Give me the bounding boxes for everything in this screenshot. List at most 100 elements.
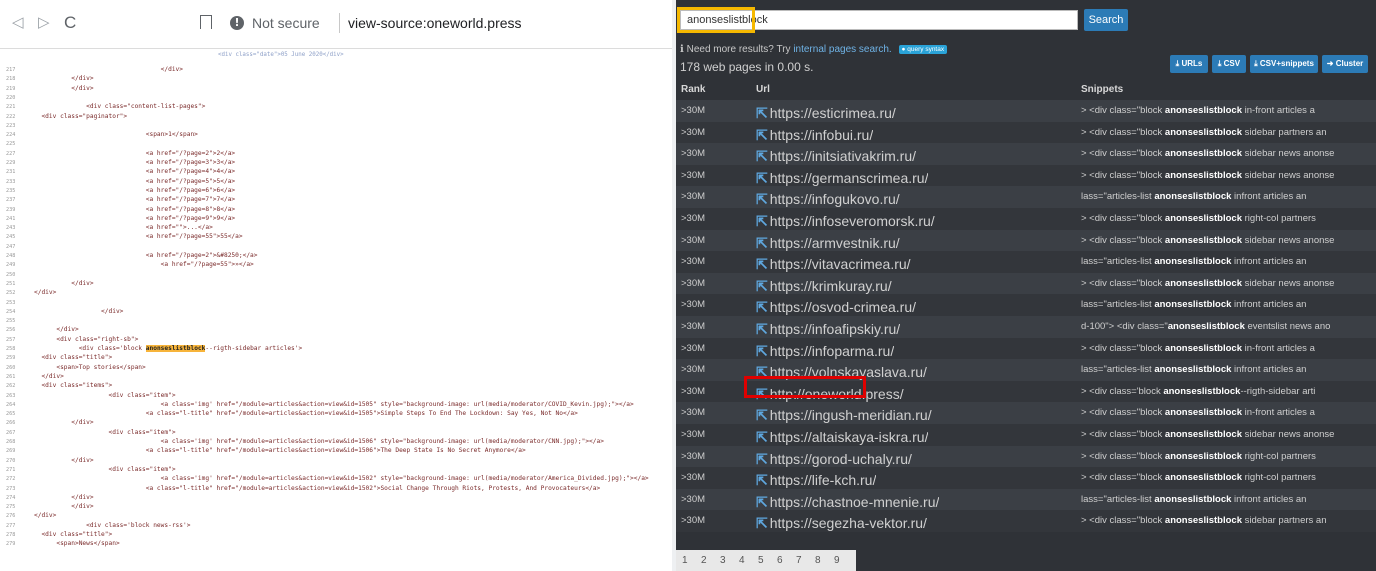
- external-link-icon[interactable]: ⇱: [756, 235, 768, 251]
- url-cell[interactable]: ⇱ https://infoseveromorsk.ru/: [756, 213, 935, 230]
- result-row[interactable]: >30M ⇱ https://osvod-crimea.ru/lass="artic…: [676, 294, 1376, 316]
- url-cell[interactable]: ⇱ https://chastnoe-mnenie.ru/: [756, 494, 939, 511]
- url-link[interactable]: https://infoseveromorsk.ru/: [770, 213, 935, 229]
- security-label[interactable]: Not secure: [252, 15, 320, 31]
- external-link-icon[interactable]: ⇱: [756, 299, 768, 315]
- url-link[interactable]: https://gorod-uchaly.ru/: [770, 451, 912, 467]
- url-cell[interactable]: ⇱ https://infoafipskiy.ru/: [756, 321, 900, 338]
- url-cell[interactable]: ⇱ https://germanscrimea.ru/: [756, 170, 928, 187]
- url-link[interactable]: https://segezha-vektor.ru/: [770, 515, 927, 531]
- result-row[interactable]: >30M ⇱ https://altaiskaya-iskra.ru/ > <div …: [676, 424, 1376, 446]
- external-link-icon[interactable]: ⇱: [756, 386, 768, 402]
- page-link[interactable]: 6: [777, 555, 783, 566]
- url-link[interactable]: https://infoafipskiy.ru/: [770, 321, 900, 337]
- url-link[interactable]: https://krimkuray.ru/: [770, 278, 892, 294]
- url-cell[interactable]: ⇱ https://vitavacrimea.ru/: [756, 256, 911, 273]
- page-link[interactable]: 1: [682, 555, 688, 566]
- external-link-icon[interactable]: ⇱: [756, 451, 768, 467]
- result-row[interactable]: >30M ⇱ https://volnskayaslava.ru/lass="art…: [676, 359, 1376, 381]
- url-link[interactable]: https://altaiskaya-iskra.ru/: [770, 429, 929, 445]
- url-cell[interactable]: ⇱ https://segezha-vektor.ru/: [756, 515, 927, 532]
- url-cell[interactable]: ⇱ http://oneworld.press/: [756, 386, 904, 403]
- page-link[interactable]: 5: [758, 555, 764, 566]
- result-row[interactable]: >30M ⇱ https://armvestnik.ru/ > <div class=…: [676, 229, 1376, 252]
- url-cell[interactable]: ⇱ https://volnskayaslava.ru/: [756, 364, 927, 381]
- url-link[interactable]: http://oneworld.press/: [770, 386, 904, 402]
- column-url[interactable]: Url: [756, 84, 770, 95]
- external-link-icon[interactable]: ⇱: [756, 364, 768, 380]
- result-row[interactable]: >30M ⇱ https://ingush-meridian.ru/ > <div c…: [676, 402, 1376, 424]
- result-row[interactable]: >30M ⇱ https://infoafipskiy.ru/d-100"> <di…: [676, 316, 1376, 338]
- search-input[interactable]: [680, 10, 1078, 30]
- url-link[interactable]: https://life-kch.ru/: [770, 472, 877, 488]
- external-link-icon[interactable]: ⇱: [756, 429, 768, 445]
- external-link-icon[interactable]: ⇱: [756, 127, 768, 143]
- address-bar[interactable]: view-source:oneworld.press: [348, 15, 522, 31]
- export-csv-snippets-button[interactable]: ⤓ CSV+snippets: [1250, 55, 1318, 73]
- external-link-icon[interactable]: ⇱: [756, 170, 768, 186]
- result-row[interactable]: >30M ⇱ https://life-kch.ru/ > <div class="b…: [676, 467, 1376, 489]
- url-link[interactable]: https://chastnoe-mnenie.ru/: [770, 494, 940, 510]
- query-syntax-badge[interactable]: ● query syntax: [898, 45, 948, 54]
- external-link-icon[interactable]: ⇱: [756, 494, 768, 510]
- column-rank[interactable]: Rank: [681, 84, 705, 95]
- result-row[interactable]: >30M ⇱ https://infobui.ru/ > <div class="bl…: [676, 121, 1376, 144]
- url-cell[interactable]: ⇱ https://krimkuray.ru/: [756, 278, 892, 295]
- forward-icon[interactable]: ▷: [38, 14, 50, 32]
- url-link[interactable]: https://ingush-meridian.ru/: [770, 407, 932, 423]
- url-cell[interactable]: ⇱ https://ingush-meridian.ru/: [756, 407, 932, 424]
- url-link[interactable]: https://vitavacrimea.ru/: [770, 256, 911, 272]
- result-row[interactable]: >30M ⇱ https://chastnoe-mnenie.ru/lass="ar…: [676, 488, 1376, 511]
- url-link[interactable]: https://infogukovo.ru/: [770, 191, 900, 207]
- result-row[interactable]: >30M ⇱ https://esticrimea.ru/ > <div class=…: [676, 100, 1376, 122]
- external-link-icon[interactable]: ⇱: [756, 321, 768, 337]
- external-link-icon[interactable]: ⇱: [756, 256, 768, 272]
- internal-pages-link[interactable]: internal pages search.: [793, 44, 891, 55]
- url-link[interactable]: https://germanscrimea.ru/: [770, 170, 929, 186]
- url-link[interactable]: https://esticrimea.ru/: [770, 105, 896, 121]
- page-link[interactable]: 2: [701, 555, 707, 566]
- result-row[interactable]: >30M ⇱ https://initsiativakrim.ru/ > <div c…: [676, 143, 1376, 165]
- url-cell[interactable]: ⇱ https://life-kch.ru/: [756, 472, 876, 489]
- url-cell[interactable]: ⇱ https://gorod-uchaly.ru/: [756, 451, 912, 468]
- external-link-icon[interactable]: ⇱: [756, 407, 768, 423]
- result-row[interactable]: >30M ⇱ https://krimkuray.ru/ > <div class="…: [676, 272, 1376, 295]
- back-icon[interactable]: ◁: [12, 14, 24, 32]
- page-link[interactable]: 9: [834, 555, 840, 566]
- url-link[interactable]: https://volnskayaslava.ru/: [770, 364, 927, 380]
- column-snippets[interactable]: Snippets: [1081, 84, 1123, 95]
- url-cell[interactable]: ⇱ https://infogukovo.ru/: [756, 191, 900, 208]
- external-link-icon[interactable]: ⇱: [756, 278, 768, 294]
- reload-icon[interactable]: C: [64, 14, 76, 32]
- result-row[interactable]: >30M ⇱ https://infogukovo.ru/lass="article…: [676, 186, 1376, 208]
- result-row[interactable]: >30M ⇱ https://infoseveromorsk.ru/ > <div c…: [676, 208, 1376, 230]
- external-link-icon[interactable]: ⇱: [756, 472, 768, 488]
- search-button[interactable]: Search: [1084, 9, 1128, 31]
- result-row[interactable]: >30M ⇱ http://oneworld.press/ > <div class=…: [676, 380, 1376, 403]
- external-link-icon[interactable]: ⇱: [756, 148, 768, 164]
- url-cell[interactable]: ⇱ https://altaiskaya-iskra.ru/: [756, 429, 928, 446]
- info-icon[interactable]: !: [230, 16, 244, 30]
- cluster-button[interactable]: ➜ Cluster: [1322, 55, 1368, 73]
- url-link[interactable]: https://infobui.ru/: [770, 127, 874, 143]
- external-link-icon[interactable]: ⇱: [756, 515, 768, 531]
- url-cell[interactable]: ⇱ https://esticrimea.ru/: [756, 105, 896, 122]
- result-row[interactable]: >30M ⇱ https://vitavacrimea.ru/lass="artic…: [676, 251, 1376, 273]
- url-cell[interactable]: ⇱ https://infoparma.ru/: [756, 343, 894, 360]
- external-link-icon[interactable]: ⇱: [756, 105, 768, 121]
- result-row[interactable]: >30M ⇱ https://infoparma.ru/ > <div class="…: [676, 337, 1376, 360]
- page-link[interactable]: 8: [815, 555, 821, 566]
- external-link-icon[interactable]: ⇱: [756, 213, 768, 229]
- result-row[interactable]: >30M ⇱ https://germanscrimea.ru/ > <div cla…: [676, 164, 1376, 187]
- bookmark-icon[interactable]: [200, 15, 212, 29]
- url-link[interactable]: https://infoparma.ru/: [770, 343, 895, 359]
- page-link[interactable]: 7: [796, 555, 802, 566]
- export-urls-button[interactable]: ⤓ URLs: [1170, 55, 1208, 73]
- result-row[interactable]: >30M ⇱ https://gorod-uchaly.ru/ > <div clas…: [676, 445, 1376, 468]
- export-csv-button[interactable]: ⤓ CSV: [1212, 55, 1246, 73]
- result-row[interactable]: >30M ⇱ https://segezha-vektor.ru/ > <div cl…: [676, 510, 1376, 532]
- page-link[interactable]: 4: [739, 555, 745, 566]
- url-link[interactable]: https://armvestnik.ru/: [770, 235, 900, 251]
- url-cell[interactable]: ⇱ https://initsiativakrim.ru/: [756, 148, 916, 165]
- page-link[interactable]: 3: [720, 555, 726, 566]
